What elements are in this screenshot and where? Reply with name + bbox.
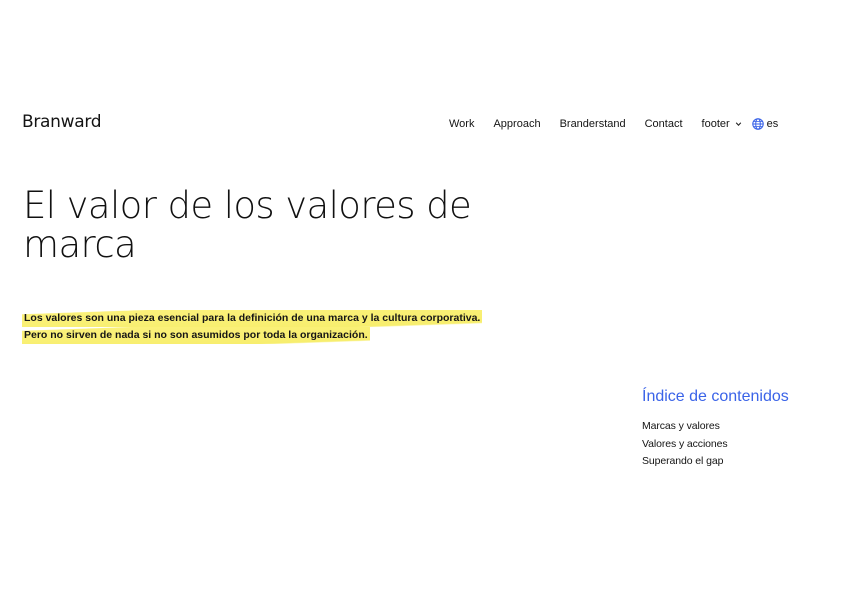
table-of-contents: Índice de contenidos Marcas y valores Va…: [642, 388, 842, 469]
language-label: es: [766, 118, 779, 130]
toc-link-superando-el-gap[interactable]: Superando el gap: [642, 455, 723, 467]
nav-item-footer-label: footer: [701, 118, 730, 130]
nav-item-contact[interactable]: Contact: [645, 118, 683, 130]
highlighted-lead-text: Los valores son una pieza esencial para …: [22, 310, 483, 344]
chevron-down-icon: [734, 120, 743, 129]
nav-item-approach[interactable]: Approach: [493, 118, 540, 130]
main-nav: Work Approach Branderstand Contact foote…: [449, 116, 778, 132]
nav-item-work[interactable]: Work: [449, 118, 474, 130]
page-title: El valor de los valores de marca: [23, 184, 472, 266]
site-header: Branward Work Approach Branderstand Cont…: [0, 108, 848, 138]
toc-list-item: Valores y acciones: [642, 434, 842, 452]
toc-list-item: Superando el gap: [642, 451, 842, 469]
brand-logo[interactable]: Branward: [22, 112, 102, 132]
toc-list-item: Marcas y valores: [642, 416, 842, 434]
nav-item-branderstand[interactable]: Branderstand: [560, 118, 626, 130]
toc-title: Índice de contenidos: [642, 388, 789, 405]
nav-item-footer-dropdown[interactable]: footer: [702, 118, 743, 130]
toc-link-valores-y-acciones[interactable]: Valores y acciones: [642, 438, 728, 450]
language-switcher[interactable]: es: [751, 118, 779, 130]
toc-list: Marcas y valores Valores y acciones Supe…: [642, 416, 842, 469]
globe-icon: [751, 118, 764, 130]
toc-link-marcas-y-valores[interactable]: Marcas y valores: [642, 420, 720, 432]
article-lead: Los valores son una pieza esencial para …: [22, 310, 483, 344]
